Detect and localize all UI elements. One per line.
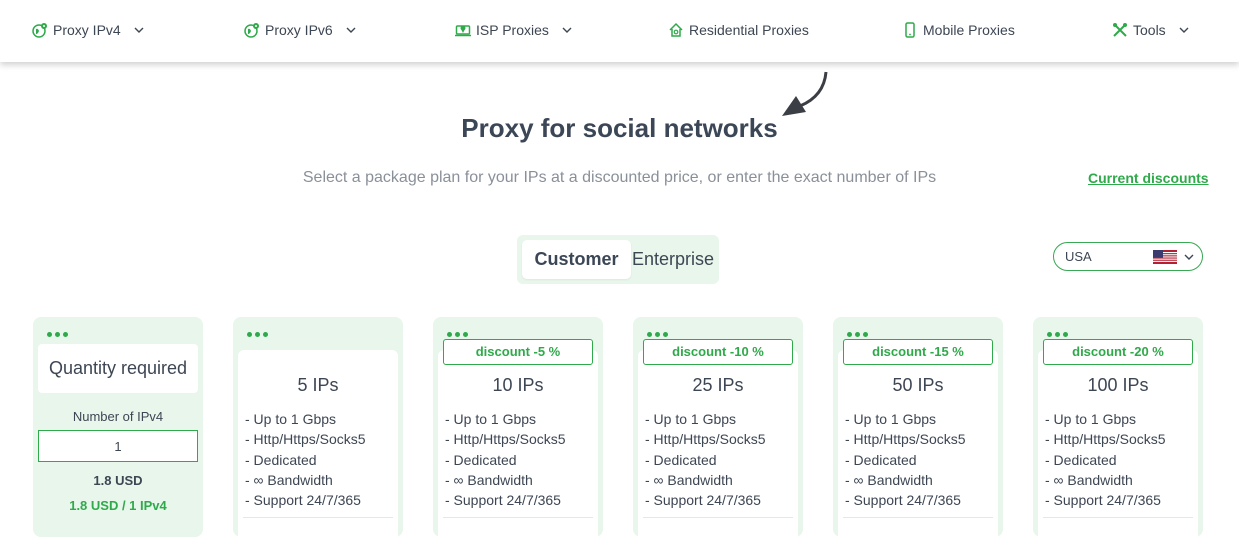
nav-item-label: Tools	[1133, 22, 1166, 38]
custom-quantity-card: Quantity required Number of IPv4 1.8 USD…	[33, 317, 203, 537]
feature-speed: - Up to 1 Gbps	[245, 411, 337, 427]
discount-badge: discount -5 %	[443, 339, 593, 365]
dots-icon	[1047, 324, 1071, 340]
custom-price-per-ip: 1.8 USD / 1 IPv4	[69, 498, 167, 513]
custom-price: 1.8 USD	[93, 473, 143, 488]
divider	[243, 517, 393, 518]
feature-dedicated: - Dedicated	[1045, 451, 1117, 468]
plan-card-25[interactable]: discount -10 % 25 IPs - Up to 1 Gbps - H…	[633, 317, 803, 550]
nav-item-proxy-ipv6[interactable]: Proxy IPv6	[244, 20, 357, 40]
dots-icon	[847, 324, 871, 340]
discount-badge: discount -10 %	[643, 339, 793, 365]
nav-item-label: ISP Proxies	[476, 22, 549, 38]
feature-support: - Support 24/7/365	[645, 492, 761, 509]
plan-features: - Up to 1 Gbps - Http/Https/Socks5 - Ded…	[1045, 409, 1166, 510]
nav-item-mobile-proxies[interactable]: Mobile Proxies	[902, 20, 1015, 40]
feature-dedicated: - Dedicated	[245, 451, 317, 468]
feature-speed: - Up to 1 Gbps	[845, 411, 937, 427]
customer-type-toggle: Customer Enterprise	[517, 235, 719, 284]
feature-bandwidth: - ∞ Bandwidth	[245, 471, 333, 488]
nav-item-label: Proxy IPv4	[53, 22, 121, 38]
custom-card-title: Quantity required	[38, 344, 198, 393]
divider	[643, 517, 793, 518]
nav-item-label: Residential Proxies	[689, 22, 809, 38]
feature-protocols: - Http/Https/Socks5	[245, 431, 366, 448]
dots-icon	[247, 324, 271, 340]
tools-icon	[1112, 22, 1128, 38]
feature-support: - Support 24/7/365	[245, 492, 361, 509]
feature-speed: - Up to 1 Gbps	[1045, 411, 1137, 427]
home-icon	[668, 22, 684, 38]
plan-card-100[interactable]: discount -20 % 100 IPs - Up to 1 Gbps - …	[1033, 317, 1203, 550]
feature-protocols: - Http/Https/Socks5	[645, 431, 766, 448]
page-title: Proxy for social networks	[461, 113, 778, 143]
plan-quantity: 10 IPs	[492, 375, 544, 395]
divider	[443, 517, 593, 518]
feature-dedicated: - Dedicated	[845, 451, 917, 468]
country-value: USA	[1065, 249, 1092, 264]
phone-icon	[902, 22, 918, 38]
plan-features: - Up to 1 Gbps - Http/Https/Socks5 - Ded…	[645, 409, 766, 510]
chevron-down-icon	[1184, 254, 1194, 260]
nav-item-label: Proxy IPv6	[265, 22, 333, 38]
feature-speed: - Up to 1 Gbps	[645, 411, 737, 427]
globe-pin-icon	[32, 22, 48, 38]
plan-features: - Up to 1 Gbps - Http/Https/Socks5 - Ded…	[445, 409, 566, 510]
plan-card-5[interactable]: 5 IPs - Up to 1 Gbps - Http/Https/Socks5…	[233, 317, 403, 550]
chevron-down-icon	[133, 24, 145, 36]
ipv4-count-input[interactable]	[38, 430, 198, 462]
feature-bandwidth: - ∞ Bandwidth	[645, 471, 733, 488]
discount-badge: discount -15 %	[843, 339, 993, 365]
plan-quantity: 5 IPs	[297, 375, 339, 395]
feature-support: - Support 24/7/365	[1045, 492, 1161, 509]
feature-dedicated: - Dedicated	[645, 451, 717, 468]
chevron-down-icon	[561, 24, 573, 36]
page-subtitle: Select a package plan for your IPs at a …	[302, 169, 937, 186]
plan-quantity: 50 IPs	[892, 375, 944, 395]
current-discounts-link[interactable]: Current discounts	[1088, 170, 1209, 186]
chevron-down-icon	[1178, 24, 1190, 36]
dots-icon	[47, 324, 71, 340]
toggle-enterprise[interactable]: Enterprise	[631, 240, 715, 279]
divider	[1043, 517, 1193, 518]
ipv4-count-label: Number of IPv4	[72, 409, 164, 424]
feature-speed: - Up to 1 Gbps	[445, 411, 537, 427]
nav-item-residential-proxies[interactable]: Residential Proxies	[668, 20, 809, 40]
plan-features: - Up to 1 Gbps - Http/Https/Socks5 - Ded…	[845, 409, 966, 510]
dots-icon	[447, 324, 471, 340]
nav-item-tools[interactable]: Tools	[1112, 20, 1190, 40]
plan-features: - Up to 1 Gbps - Http/Https/Socks5 - Ded…	[245, 409, 366, 510]
feature-support: - Support 24/7/365	[445, 492, 561, 509]
feature-dedicated: - Dedicated	[445, 451, 517, 468]
toggle-customer[interactable]: Customer	[522, 240, 631, 279]
nav-item-label: Mobile Proxies	[923, 22, 1015, 38]
laptop-pin-icon	[455, 22, 471, 38]
plan-quantity: 100 IPs	[1087, 375, 1149, 395]
feature-protocols: - Http/Https/Socks5	[845, 431, 966, 448]
plan-card-50[interactable]: discount -15 % 50 IPs - Up to 1 Gbps - H…	[833, 317, 1003, 550]
feature-protocols: - Http/Https/Socks5	[1045, 431, 1166, 448]
plan-card-10[interactable]: discount -5 % 10 IPs - Up to 1 Gbps - Ht…	[433, 317, 603, 550]
globe-pin-icon	[244, 22, 260, 38]
discount-badge: discount -20 %	[1043, 339, 1193, 365]
dots-icon	[647, 324, 671, 340]
us-flag-icon	[1153, 250, 1177, 264]
chevron-down-icon	[345, 24, 357, 36]
divider	[843, 517, 993, 518]
feature-bandwidth: - ∞ Bandwidth	[1045, 471, 1133, 488]
top-navigation: Proxy IPv4 Proxy IPv6 ISP Proxies Reside…	[0, 0, 1239, 62]
feature-support: - Support 24/7/365	[845, 492, 961, 509]
nav-item-isp-proxies[interactable]: ISP Proxies	[455, 20, 573, 40]
feature-protocols: - Http/Https/Socks5	[445, 431, 566, 448]
plan-quantity: 25 IPs	[692, 375, 744, 395]
nav-item-proxy-ipv4[interactable]: Proxy IPv4	[32, 20, 145, 40]
feature-bandwidth: - ∞ Bandwidth	[845, 471, 933, 488]
country-select[interactable]: USA	[1053, 242, 1203, 271]
feature-bandwidth: - ∞ Bandwidth	[445, 471, 533, 488]
